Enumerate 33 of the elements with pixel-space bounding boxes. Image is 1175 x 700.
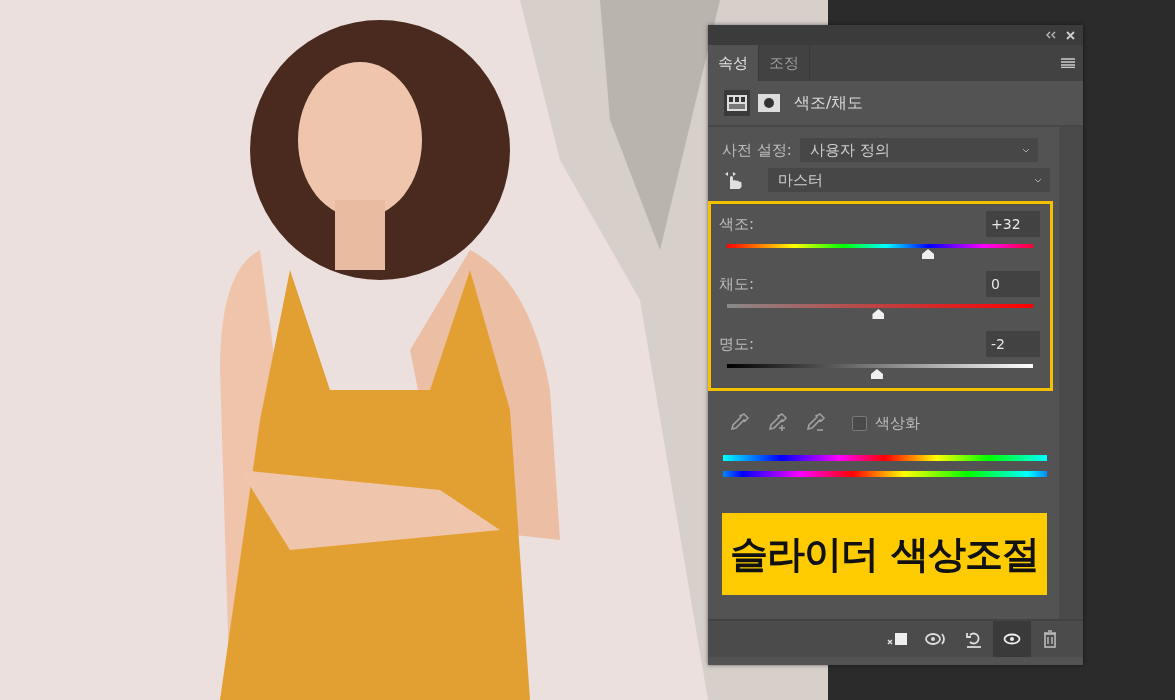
channel-dropdown[interactable]: 마스터: [768, 168, 1050, 192]
preset-dropdown[interactable]: 사용자 정의: [799, 138, 1038, 162]
reset-icon: [964, 630, 984, 648]
value-field[interactable]: 0: [986, 271, 1040, 297]
slider-label: 색조:: [719, 214, 755, 234]
mask-icon[interactable]: [758, 94, 780, 112]
visibility-button[interactable]: [993, 621, 1031, 657]
panel-title: 색조/채도: [794, 92, 864, 114]
trash-icon: [1043, 630, 1057, 648]
panel-tab[interactable]: 속성: [708, 45, 759, 81]
close-icon[interactable]: [1066, 30, 1075, 40]
panel-tab[interactable]: 조정: [759, 45, 810, 81]
eye-icon: [1003, 633, 1021, 645]
eyedropper-minus-icon[interactable]: [804, 412, 826, 434]
clip-icon: [887, 631, 909, 647]
slider-thumb[interactable]: [870, 369, 883, 379]
chevron-icon: [1034, 177, 1042, 183]
adjustment-icon[interactable]: [724, 90, 750, 116]
caption-banner: 슬라이더 색상조절: [722, 513, 1047, 595]
eyedropper-plus-icon[interactable]: [766, 412, 788, 434]
value-field[interactable]: +32: [986, 211, 1040, 237]
colorize-checkbox[interactable]: [852, 415, 867, 431]
slider-thumb[interactable]: [872, 309, 885, 319]
slider-label: 명도:: [719, 334, 755, 354]
colorize-label: 색상화: [875, 413, 920, 433]
menu-icon[interactable]: [1061, 58, 1075, 68]
eye-arrow-icon: [924, 631, 948, 647]
slider-thumb[interactable]: [922, 249, 935, 259]
chevron-icon: [1021, 147, 1030, 153]
slider-label: 채도:: [719, 274, 755, 294]
collapse-icon[interactable]: [1045, 31, 1056, 39]
value-field[interactable]: -2: [986, 331, 1040, 357]
preset-label: 사전 설정:: [722, 140, 792, 160]
